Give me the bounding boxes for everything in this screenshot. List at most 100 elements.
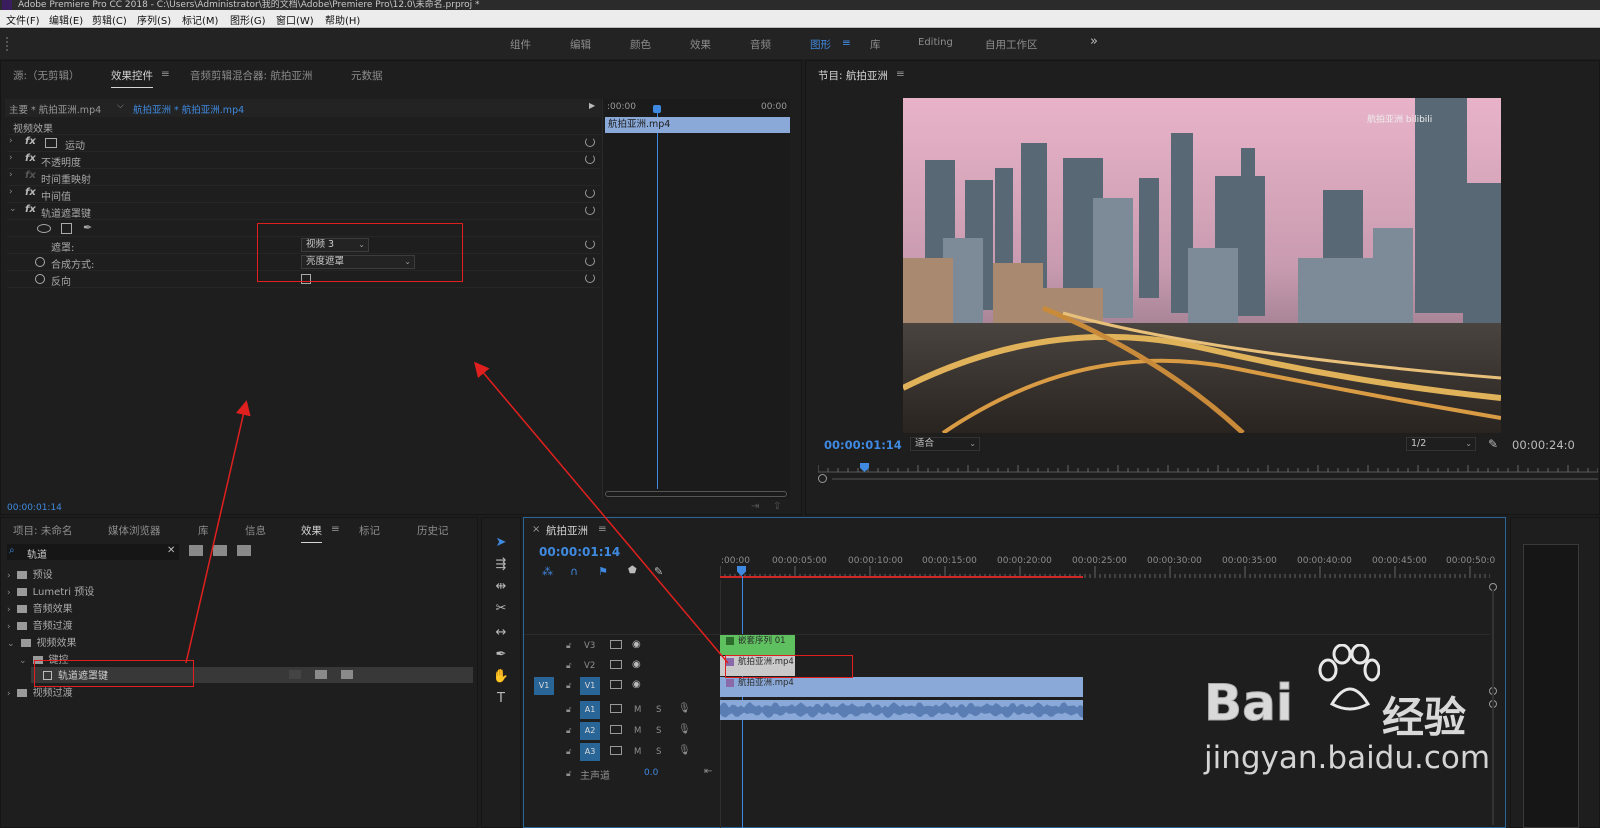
timeline-settings-icon[interactable]: ✎ <box>654 565 663 578</box>
eye-icon[interactable]: ◉ <box>632 639 641 650</box>
fx-icon[interactable]: fx <box>25 153 36 164</box>
track-select-tool-icon[interactable]: ⇶ <box>491 556 511 574</box>
jump-icon[interactable]: ⇤ <box>704 766 712 777</box>
microphone-icon[interactable]: 🎙︎ <box>678 703 691 714</box>
eye-icon[interactable]: ◉ <box>632 679 641 690</box>
effect-row-motion[interactable]: › fx 运动 <box>7 135 601 152</box>
workspace-color[interactable]: 颜色 <box>630 37 651 52</box>
track-name[interactable]: V3 <box>584 641 595 651</box>
menu-file[interactable]: 文件(F) <box>6 12 40 27</box>
menu-window[interactable]: 窗口(W) <box>276 12 314 27</box>
play-triangle-icon[interactable]: ▶ <box>589 101 595 110</box>
program-timecode[interactable]: 00:00:01:14 <box>824 438 902 452</box>
source-patch-v1[interactable]: V1 <box>534 677 554 695</box>
fx-icon[interactable]: fx <box>25 187 36 198</box>
lock-icon[interactable]: 🔓︎ <box>566 726 572 736</box>
track-name[interactable]: V2 <box>584 661 595 671</box>
tab-effect-controls[interactable]: 效果控件 <box>111 68 153 88</box>
menu-sequence[interactable]: 序列(S) <box>137 12 171 27</box>
chevron-right-icon[interactable]: › <box>9 136 13 146</box>
slip-tool-icon[interactable]: ↔ <box>491 624 511 642</box>
chevron-down-icon[interactable]: ⌄ <box>9 204 17 214</box>
reset-icon[interactable] <box>585 273 595 283</box>
tree-item-video-effects[interactable]: ⌄ 视频效果 <box>7 634 473 650</box>
reset-icon[interactable] <box>585 256 595 266</box>
program-monitor-title[interactable]: 节目: 航拍亚洲 <box>818 68 888 83</box>
chevron-down-icon[interactable]: ⌵ <box>117 101 124 111</box>
timeline-tab[interactable]: 航拍亚洲 <box>546 523 588 538</box>
mini-playhead-handle[interactable] <box>653 105 661 113</box>
effects-search[interactable]: ⌕ 轨道 ✕ <box>7 544 179 561</box>
track-target-a1[interactable]: A1 <box>580 701 600 719</box>
tab-effects[interactable]: 效果 <box>301 523 322 543</box>
clip-v1-aerial[interactable]: 航拍亚洲.mp4 <box>720 677 1083 697</box>
lock-icon[interactable]: 🔓︎ <box>566 681 572 691</box>
workspace-overflow-icon[interactable]: » <box>1090 34 1098 49</box>
mini-scrollbar[interactable] <box>605 491 787 497</box>
export-icon[interactable]: ⇥ <box>751 501 759 512</box>
effect-controls-timecode[interactable]: 00:00:01:14 <box>7 503 62 513</box>
tab-source[interactable]: 源:（无剪辑） <box>13 68 80 83</box>
tab-menu-icon[interactable]: ≡ <box>331 523 340 535</box>
workspace-editing-en[interactable]: Editing <box>918 37 953 48</box>
share-icon[interactable]: ⇪ <box>773 501 781 512</box>
tab-history[interactable]: 历史记 <box>417 523 449 538</box>
track-target-v1[interactable]: V1 <box>580 677 600 695</box>
tree-item-audio-transitions[interactable]: › 音频过渡 <box>7 617 473 633</box>
tree-item-audio-effects[interactable]: › 音频效果 <box>7 600 473 616</box>
clip-a1-audio[interactable] <box>720 700 1083 720</box>
lock-icon[interactable]: 🔓︎ <box>566 705 572 715</box>
accelerated-effects-icon[interactable] <box>189 545 203 556</box>
tab-audio-mixer[interactable]: 音频剪辑混合器: 航拍亚洲 <box>190 68 312 83</box>
reset-icon[interactable] <box>585 188 595 198</box>
mute-button[interactable]: M <box>634 726 641 736</box>
nest-toggle-icon[interactable]: ⁂ <box>542 565 553 578</box>
workspace-effects[interactable]: 效果 <box>690 37 711 52</box>
yuv-effects-icon[interactable] <box>237 545 251 556</box>
panel-menu-icon[interactable]: ≡ <box>896 68 905 80</box>
master-volume-value[interactable]: 0.0 <box>644 768 658 778</box>
stopwatch-icon[interactable] <box>35 257 45 267</box>
chevron-right-icon[interactable]: › <box>9 170 13 180</box>
linked-selection-icon[interactable]: ⚑ <box>598 565 608 578</box>
workspace-graphics[interactable]: 图形 <box>810 37 831 52</box>
menu-clip[interactable]: 剪辑(C) <box>92 12 127 27</box>
type-tool-icon[interactable]: T <box>491 690 511 708</box>
effect-row-track-matte[interactable]: ⌄ fx 轨道遮罩键 <box>7 203 601 220</box>
tab-libraries[interactable]: 库 <box>198 523 209 538</box>
sync-lock-icon[interactable] <box>610 704 622 713</box>
microphone-icon[interactable]: 🎙︎ <box>678 745 691 756</box>
lock-icon[interactable]: 🔓︎ <box>566 769 572 779</box>
effect-row-median[interactable]: › fx 中间值 <box>7 186 601 203</box>
menu-graphics[interactable]: 图形(G) <box>230 12 266 27</box>
workspace-assembly[interactable]: 组件 <box>510 37 531 52</box>
menu-marker[interactable]: 标记(M) <box>182 12 218 27</box>
workspace-editing[interactable]: 编辑 <box>570 37 591 52</box>
tree-item-presets[interactable]: › 预设 <box>7 566 473 582</box>
add-marker-icon[interactable]: ⬟ <box>628 565 637 576</box>
tab-info[interactable]: 信息 <box>245 523 266 538</box>
sync-lock-icon[interactable] <box>610 680 622 689</box>
solo-button[interactable]: S <box>656 747 661 757</box>
sync-lock-icon[interactable] <box>610 725 622 734</box>
program-zoom-bar[interactable] <box>832 478 1598 480</box>
tab-media-browser[interactable]: 媒体浏览器 <box>108 523 161 538</box>
timeline-timecode[interactable]: 00:00:01:14 <box>539 545 620 559</box>
tab-project[interactable]: 项目: 未命名 <box>13 523 72 538</box>
lock-icon[interactable]: 🔓︎ <box>566 661 572 671</box>
workspace-menu-icon[interactable]: ≡ <box>842 37 851 49</box>
tab-markers[interactable]: 标记 <box>359 523 380 538</box>
fit-dropdown[interactable]: 适合 ⌄ <box>910 437 980 451</box>
resolution-dropdown[interactable]: 1/2 ⌄ <box>1406 437 1476 451</box>
reset-icon[interactable] <box>585 205 595 215</box>
reset-icon[interactable] <box>585 154 595 164</box>
program-time-ruler[interactable] <box>817 463 1599 473</box>
lock-icon[interactable]: 🔓︎ <box>566 641 572 651</box>
track-target-a3[interactable]: A3 <box>580 743 600 761</box>
workspace-audio[interactable]: 音频 <box>750 37 771 52</box>
microphone-icon[interactable]: 🎙︎ <box>678 724 691 735</box>
mute-button[interactable]: M <box>634 705 641 715</box>
clear-search-icon[interactable]: ✕ <box>167 545 175 556</box>
search-input[interactable]: 轨道 <box>27 546 47 561</box>
close-tab-icon[interactable]: × <box>532 524 540 535</box>
